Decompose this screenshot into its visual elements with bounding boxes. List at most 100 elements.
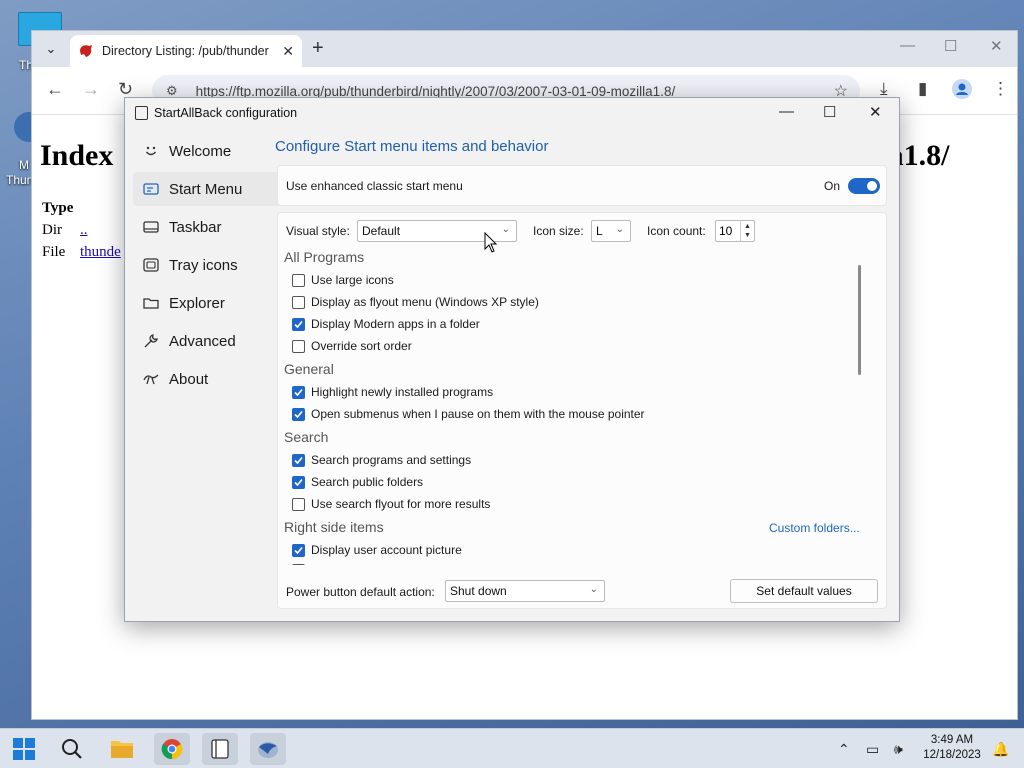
- desktop-icon-label-3: Thun: [6, 173, 34, 187]
- browser-tab[interactable]: Directory Listing: /pub/thunder ✕: [70, 35, 302, 67]
- new-tab-button[interactable]: +: [312, 37, 324, 60]
- tab-title: Directory Listing: /pub/thunder: [102, 44, 269, 58]
- option-checkbox[interactable]: Open submenus when I pause on them with …: [292, 405, 645, 423]
- icon-size-label: Icon size:: [533, 224, 584, 238]
- option-checkbox[interactable]: Override sort order: [292, 337, 412, 355]
- thunderbird-icon: [258, 742, 278, 758]
- folder-icon: [143, 295, 159, 311]
- option-checkbox[interactable]: Display Modern apps in a folder: [292, 315, 480, 333]
- search-icon: [62, 739, 82, 759]
- file-explorer-button[interactable]: [104, 733, 140, 765]
- thunderbird-button[interactable]: [250, 733, 286, 765]
- option-checkbox[interactable]: Display as flyout menu (Windows XP style…: [292, 293, 539, 311]
- visual-style-value: Default: [362, 224, 401, 238]
- section-title: General: [284, 361, 334, 377]
- scrollbar-thumb[interactable]: [858, 265, 861, 375]
- option-label: Display user account picture: [311, 543, 462, 557]
- power-action-select[interactable]: Shut down ⌄: [445, 580, 605, 602]
- dialog-title: StartAllBack configuration: [154, 106, 298, 120]
- menu-icon[interactable]: ⋮: [992, 79, 1009, 99]
- option-label: Highlight newly installed programs: [311, 385, 494, 399]
- about-icon: [143, 371, 159, 387]
- option-label: Search public folders: [311, 475, 424, 489]
- option-label: Display Modern apps in a folder: [311, 317, 480, 331]
- tab-search-button[interactable]: ⌄: [38, 36, 64, 62]
- icon-count-stepper[interactable]: 10 ▲ ▼: [715, 220, 755, 242]
- chevron-down-icon: ⌄: [615, 224, 624, 235]
- options-card: Visual style: Default ⌄ Icon size: L ⌄ I…: [277, 212, 887, 609]
- profile-avatar-icon[interactable]: [952, 79, 972, 104]
- option-label: Use large icons: [311, 273, 394, 287]
- option-checkbox[interactable]: Search programs and settings: [292, 451, 471, 469]
- power-action-label: Power button default action:: [286, 585, 435, 599]
- nav-label: Taskbar: [169, 218, 222, 236]
- checkmark-icon: [292, 475, 305, 489]
- notification-bell-icon[interactable]: 🔔: [992, 741, 1009, 758]
- option-checkbox[interactable]: Use search flyout for more results: [292, 495, 490, 513]
- custom-folders-link[interactable]: Custom folders...: [769, 521, 860, 535]
- download-icon[interactable]: ⤓: [880, 79, 888, 99]
- taskbar: ⌃ ▭ 🕪 3:49 AM 12/18/2023 🔔: [0, 728, 1024, 768]
- options-scroll-area[interactable]: All Programs Use large icons Display as …: [284, 247, 874, 565]
- section-title: All Programs: [284, 249, 365, 265]
- chrome-button[interactable]: [154, 733, 190, 765]
- nav-label: Explorer: [169, 294, 225, 312]
- row-link-file[interactable]: thunde: [80, 244, 121, 261]
- search-button[interactable]: [54, 733, 90, 765]
- side-panel-icon[interactable]: ▮: [918, 79, 927, 99]
- page-heading-left: Index: [40, 139, 114, 172]
- dialog-maximize-button[interactable]: ☐: [823, 103, 836, 121]
- option-checkbox[interactable]: Search public folders: [292, 473, 423, 491]
- checkmark-icon: [292, 385, 305, 399]
- start-button[interactable]: [6, 733, 42, 765]
- close-window-button[interactable]: ✕: [990, 37, 1003, 55]
- volume-icon[interactable]: 🕪: [894, 741, 903, 758]
- app-icon: [135, 106, 148, 120]
- icon-count-label: Icon count:: [647, 224, 706, 238]
- nav-label: Welcome: [169, 142, 232, 160]
- checkmark-icon: [292, 453, 305, 467]
- row-link-parent[interactable]: ..: [80, 222, 88, 239]
- power-action-value: Shut down: [450, 584, 507, 598]
- option-checkbox[interactable]: Use large icons: [292, 271, 394, 289]
- clock[interactable]: 3:49 AM 12/18/2023: [920, 733, 984, 763]
- dialog-close-button[interactable]: ✕: [869, 103, 882, 121]
- stepper-arrows-icon[interactable]: ▲ ▼: [740, 221, 754, 241]
- option-label: Search programs and settings: [311, 453, 472, 467]
- option-label: Override sort order: [311, 339, 412, 353]
- nav-label: Tray icons: [169, 256, 238, 274]
- visual-style-label: Visual style:: [286, 224, 350, 238]
- checkbox-icon: [292, 497, 305, 511]
- enhanced-menu-toggle[interactable]: [848, 178, 880, 194]
- maximize-window-button[interactable]: ☐: [944, 37, 957, 55]
- section-title: Search: [284, 429, 329, 445]
- minimize-window-button[interactable]: —: [900, 37, 915, 54]
- row-type-file: File: [42, 244, 66, 260]
- back-button[interactable]: ←: [46, 79, 64, 100]
- forward-button[interactable]: →: [82, 79, 100, 100]
- nav-label: Start Menu: [169, 180, 243, 198]
- checkmark-icon: [292, 407, 305, 421]
- toggle-state-label: On: [824, 179, 841, 193]
- set-default-values-button[interactable]: Set default values: [730, 579, 878, 603]
- tray-icon: [143, 257, 159, 273]
- tab-strip: ⌄ Directory Listing: /pub/thunder ✕ + — …: [32, 31, 1017, 67]
- icon-size-select[interactable]: L ⌄: [591, 220, 631, 242]
- option-checkbox-partial[interactable]: [292, 561, 311, 565]
- taskbar-icon: [143, 219, 159, 235]
- option-checkbox[interactable]: Highlight newly installed programs: [292, 383, 493, 401]
- chevron-down-icon: ⌄: [589, 584, 598, 595]
- startallback-button[interactable]: [202, 733, 238, 765]
- show-hidden-icons-button[interactable]: ⌃: [838, 741, 850, 758]
- dialog-minimize-button[interactable]: —: [779, 103, 794, 120]
- network-icon[interactable]: ▭: [866, 741, 879, 758]
- icon-size-value: L: [596, 224, 603, 238]
- option-checkbox[interactable]: Display user account picture: [292, 541, 462, 559]
- close-tab-icon[interactable]: ✕: [282, 43, 294, 60]
- checkmark-icon: [292, 317, 305, 331]
- start-menu-icon: [143, 181, 159, 197]
- option-label: Use search flyout for more results: [311, 497, 491, 511]
- checkbox-icon: [292, 273, 305, 287]
- chrome-icon: [161, 739, 183, 760]
- folder-icon: [111, 741, 133, 758]
